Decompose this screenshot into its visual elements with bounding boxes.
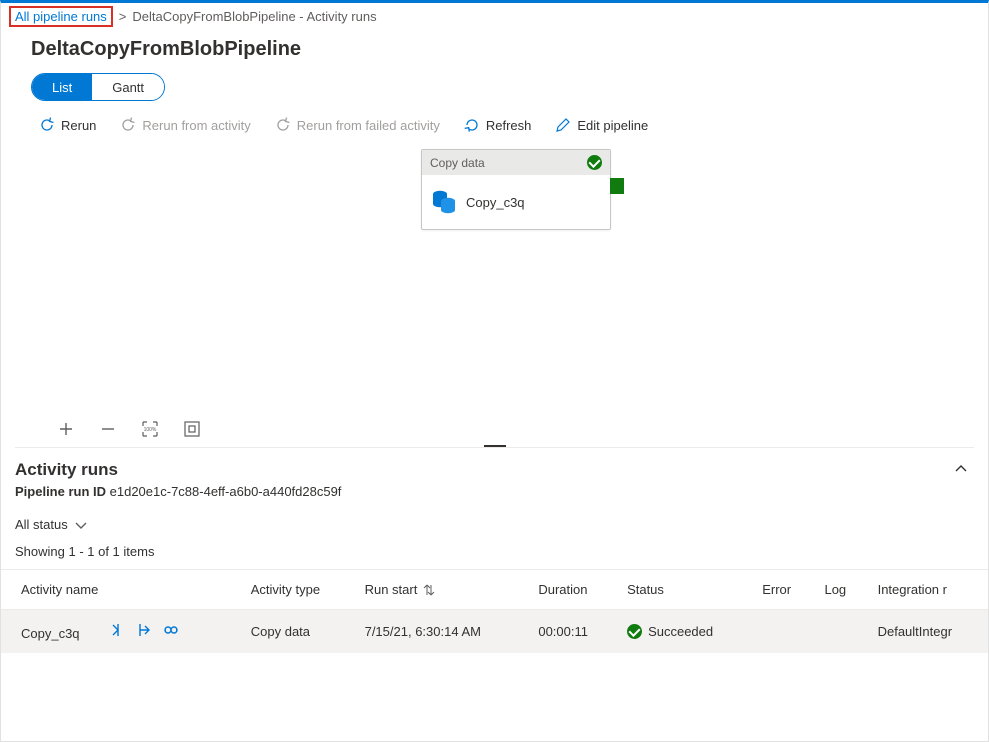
cell-status: Succeeded <box>648 624 713 639</box>
refresh-label: Refresh <box>486 118 532 133</box>
rerun-activity-label: Rerun from activity <box>142 118 250 133</box>
run-id-label: Pipeline run ID <box>15 484 106 499</box>
cell-activity-name: Copy_c3q <box>21 626 80 641</box>
chevron-up-icon <box>954 462 968 476</box>
cell-duration: 00:00:11 <box>528 610 617 654</box>
table-row[interactable]: Copy_c3q Copy data 7/15/21, 6:30:14 AM 0… <box>1 610 988 654</box>
pipeline-canvas[interactable]: Copy data Copy_c3q 100% <box>15 149 974 447</box>
rerun-activity-icon <box>120 117 136 133</box>
cell-error <box>752 610 814 654</box>
cell-integration: DefaultIntegr <box>868 610 988 654</box>
node-body: Copy_c3q <box>422 175 610 229</box>
status-filter-dropdown[interactable]: All status <box>1 513 988 544</box>
breadcrumb-separator: > <box>119 9 127 24</box>
svg-text:100%: 100% <box>144 427 157 433</box>
database-icon <box>432 189 456 215</box>
chevron-down-icon <box>74 518 88 532</box>
col-activity-type[interactable]: Activity type <box>241 570 355 610</box>
edit-pipeline-button[interactable]: Edit pipeline <box>555 117 648 133</box>
activity-node-copy-data[interactable]: Copy data Copy_c3q <box>421 149 611 230</box>
activity-runs-title: Activity runs <box>15 460 118 480</box>
cell-activity-type: Copy data <box>241 610 355 654</box>
node-type-label: Copy data <box>430 156 485 170</box>
tab-gantt[interactable]: Gantt <box>92 74 164 100</box>
toolbar: Rerun Rerun from activity Rerun from fai… <box>1 111 988 149</box>
status-filter-label: All status <box>15 517 68 532</box>
col-duration[interactable]: Duration <box>528 570 617 610</box>
refresh-icon <box>464 117 480 133</box>
collapse-button[interactable] <box>954 462 968 479</box>
results-count: Showing 1 - 1 of 1 items <box>1 544 988 569</box>
rerun-failed-label: Rerun from failed activity <box>297 118 440 133</box>
activity-runs-table: Activity name Activity type Run start Du… <box>1 569 988 653</box>
input-icon[interactable] <box>107 622 123 641</box>
col-error[interactable]: Error <box>752 570 814 610</box>
rerun-failed-icon <box>275 117 291 133</box>
col-run-start[interactable]: Run start <box>355 570 529 610</box>
view-tabs: List Gantt <box>31 73 165 101</box>
cell-log <box>814 610 867 654</box>
breadcrumb-root-link[interactable]: All pipeline runs <box>9 6 113 27</box>
zoom-out-button[interactable] <box>99 420 117 441</box>
success-icon <box>587 155 602 170</box>
refresh-button[interactable]: Refresh <box>464 117 532 133</box>
sort-icon <box>423 583 435 597</box>
page-title: DeltaCopyFromBlobPipeline <box>31 38 974 61</box>
panel-drag-handle[interactable] <box>484 445 506 449</box>
details-icon[interactable] <box>163 622 179 641</box>
node-output-handle[interactable] <box>610 178 624 194</box>
zoom-reset-button[interactable]: 100% <box>141 420 159 441</box>
canvas-controls: 100% <box>15 415 201 445</box>
col-integration[interactable]: Integration r <box>868 570 988 610</box>
col-log[interactable]: Log <box>814 570 867 610</box>
zoom-in-button[interactable] <box>57 420 75 441</box>
cell-run-start: 7/15/21, 6:30:14 AM <box>355 610 529 654</box>
node-name: Copy_c3q <box>466 195 525 210</box>
run-id-value: e1d20e1c-7c88-4eff-a6b0-a440fd28c59f <box>110 484 342 499</box>
section-divider <box>15 447 974 450</box>
node-header: Copy data <box>422 150 610 175</box>
col-activity-name[interactable]: Activity name <box>1 570 241 610</box>
success-icon <box>627 624 642 639</box>
edit-icon <box>555 117 571 133</box>
rerun-button[interactable]: Rerun <box>39 117 96 133</box>
output-icon[interactable] <box>135 622 151 641</box>
rerun-label: Rerun <box>61 118 96 133</box>
rerun-from-failed-button: Rerun from failed activity <box>275 117 440 133</box>
edit-label: Edit pipeline <box>577 118 648 133</box>
breadcrumb: All pipeline runs > DeltaCopyFromBlobPip… <box>1 3 988 30</box>
rerun-from-activity-button: Rerun from activity <box>120 117 250 133</box>
tab-list[interactable]: List <box>32 74 92 100</box>
breadcrumb-current: DeltaCopyFromBlobPipeline - Activity run… <box>132 9 376 24</box>
zoom-fit-button[interactable] <box>183 420 201 441</box>
rerun-icon <box>39 117 55 133</box>
col-status[interactable]: Status <box>617 570 752 610</box>
